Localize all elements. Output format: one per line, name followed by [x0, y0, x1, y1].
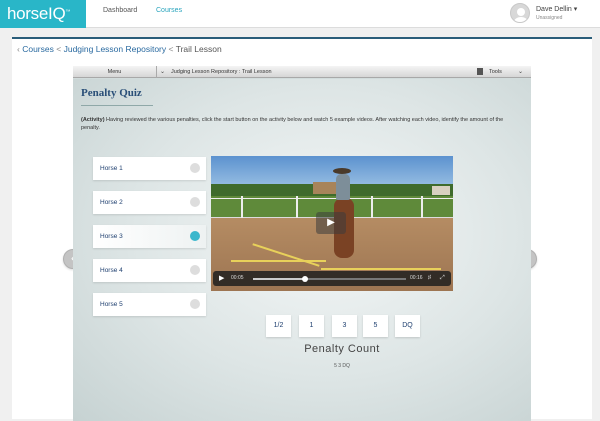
horseiq-logo[interactable]: horseIQ™ — [0, 0, 86, 28]
main-content: ‹ Courses < Judging Lesson Repository < … — [12, 37, 592, 421]
breadcrumb-current: Trail Lesson — [175, 44, 222, 54]
video-rider — [336, 174, 350, 200]
video-total-time: 00:16 — [410, 275, 423, 281]
fence-post — [421, 196, 423, 220]
top-navbar: horseIQ™ Dashboard Courses Dave Dellin ▾… — [0, 0, 600, 28]
breadcrumb-repository[interactable]: Judging Lesson Repository — [64, 44, 167, 54]
video-seek-fill — [253, 277, 306, 280]
horse-option-label: Horse 3 — [100, 233, 123, 240]
fence-post — [371, 196, 373, 220]
chevron-down-icon[interactable]: ⌄ — [518, 66, 523, 78]
radio-selected-icon[interactable] — [190, 231, 200, 241]
video-rider-hat — [333, 168, 351, 174]
horse-option-1[interactable]: Horse 1 — [93, 157, 206, 180]
user-status: Unassigned — [536, 15, 563, 21]
video-seek-handle[interactable] — [302, 275, 309, 282]
radio-indicator-icon[interactable] — [190, 299, 200, 309]
play-icon[interactable]: ▶ — [219, 271, 224, 286]
video-shed — [432, 186, 450, 195]
video-player[interactable]: ▶ ▶ 00:05 00:16 ♯ ⤢ — [211, 156, 453, 291]
horse-option-2[interactable]: Horse 2 — [93, 191, 206, 214]
back-arrow-icon[interactable]: ‹ — [17, 44, 20, 54]
radio-indicator-icon[interactable] — [190, 265, 200, 275]
nav-courses-link[interactable]: Courses — [156, 0, 182, 28]
fullscreen-icon[interactable]: ⤢ — [440, 271, 445, 286]
breadcrumb-courses[interactable]: Courses — [22, 44, 54, 54]
player-menu-button[interactable]: Menu — [73, 66, 157, 78]
horse-option-label: Horse 2 — [100, 199, 123, 206]
breadcrumb: ‹ Courses < Judging Lesson Repository < … — [17, 44, 222, 54]
player-tools-button[interactable]: Tools — [489, 66, 502, 78]
fence-post — [241, 196, 243, 220]
horse-option-5[interactable]: Horse 5 — [93, 293, 206, 316]
penalty-button-group — [266, 378, 426, 403]
user-avatar[interactable] — [510, 3, 530, 23]
breadcrumb-separator: < — [168, 44, 174, 54]
video-current-time: 00:05 — [231, 275, 244, 281]
user-menu[interactable]: Dave Dellin ▾ Unassigned — [510, 0, 600, 28]
video-barn — [313, 182, 337, 194]
horse-option-label: Horse 4 — [100, 267, 123, 274]
nav-dashboard-link[interactable]: Dashboard — [103, 0, 137, 28]
chevron-down-icon[interactable]: ⌄ — [160, 66, 165, 78]
fence-post — [296, 196, 298, 220]
horse-option-label: Horse 1 — [100, 165, 123, 172]
volume-icon[interactable]: ♯ — [428, 271, 431, 286]
video-controls: ▶ 00:05 00:16 ♯ ⤢ — [213, 271, 451, 286]
radio-indicator-icon[interactable] — [190, 197, 200, 207]
horse-option-label: Horse 5 — [100, 301, 123, 308]
trail-pole — [321, 268, 441, 270]
user-name[interactable]: Dave Dellin ▾ — [536, 5, 577, 13]
radio-indicator-icon[interactable] — [190, 163, 200, 173]
player-toolbar: Menu ⌄ Judging Lesson Repository : Trail… — [73, 66, 531, 78]
bookmark-icon[interactable] — [477, 68, 483, 75]
horse-option-4[interactable]: Horse 4 — [93, 259, 206, 282]
video-seek-bar[interactable] — [253, 275, 406, 282]
quiz-title: Penalty Quiz — [81, 87, 142, 99]
horse-option-3[interactable]: Horse 3 — [93, 225, 206, 248]
play-overlay-icon[interactable]: ▶ — [316, 212, 346, 234]
player-title: Judging Lesson Repository : Trail Lesson — [171, 69, 272, 75]
title-divider — [81, 105, 153, 106]
breadcrumb-separator: < — [56, 44, 62, 54]
quiz-instructions: (Activity) Having reviewed the various p… — [81, 117, 504, 131]
slide-stage: Penalty Quiz (Activity) Having reviewed … — [73, 79, 531, 421]
lesson-player: Menu ⌄ Judging Lesson Repository : Trail… — [73, 66, 531, 421]
